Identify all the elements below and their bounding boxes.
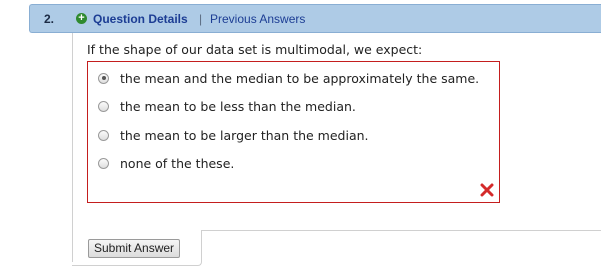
answer-option-2[interactable]: the mean to be less than the median. xyxy=(98,97,356,115)
answer-option-4[interactable]: none of the these. xyxy=(98,154,234,172)
answer-option-label: the mean to be larger than the median. xyxy=(120,127,369,143)
radio-button-option-4[interactable] xyxy=(98,157,109,169)
question-prompt: If the shape of our data set is multimod… xyxy=(87,42,423,57)
submit-answer-button[interactable]: Submit Answer xyxy=(88,239,181,258)
plus-circle-icon[interactable]: + xyxy=(76,13,87,24)
answer-options-box: the mean and the median to be approximat… xyxy=(87,61,500,203)
answer-option-3[interactable]: the mean to be larger than the median. xyxy=(98,126,369,144)
question-header: 2. + Question Details | Previous Answers xyxy=(29,4,601,33)
answer-option-1[interactable]: the mean and the median to be approximat… xyxy=(98,69,479,87)
answer-option-label: none of the these. xyxy=(120,155,235,171)
previous-answers-link[interactable]: Previous Answers xyxy=(210,12,305,26)
incorrect-x-icon xyxy=(480,183,494,197)
header-separator: | xyxy=(199,12,203,26)
question-body-border xyxy=(72,33,73,262)
question-details-link[interactable]: Question Details xyxy=(93,12,188,26)
radio-button-option-1[interactable] xyxy=(98,72,109,84)
question-number: 2. xyxy=(44,12,55,26)
divider-line xyxy=(201,230,601,231)
answer-option-label: the mean to be less than the median. xyxy=(120,98,356,114)
radio-button-option-3[interactable] xyxy=(98,129,109,141)
answer-option-label: the mean and the median to be approximat… xyxy=(120,70,480,86)
question-page: 2. + Question Details | Previous Answers… xyxy=(0,0,601,267)
radio-button-option-2[interactable] xyxy=(98,100,109,112)
